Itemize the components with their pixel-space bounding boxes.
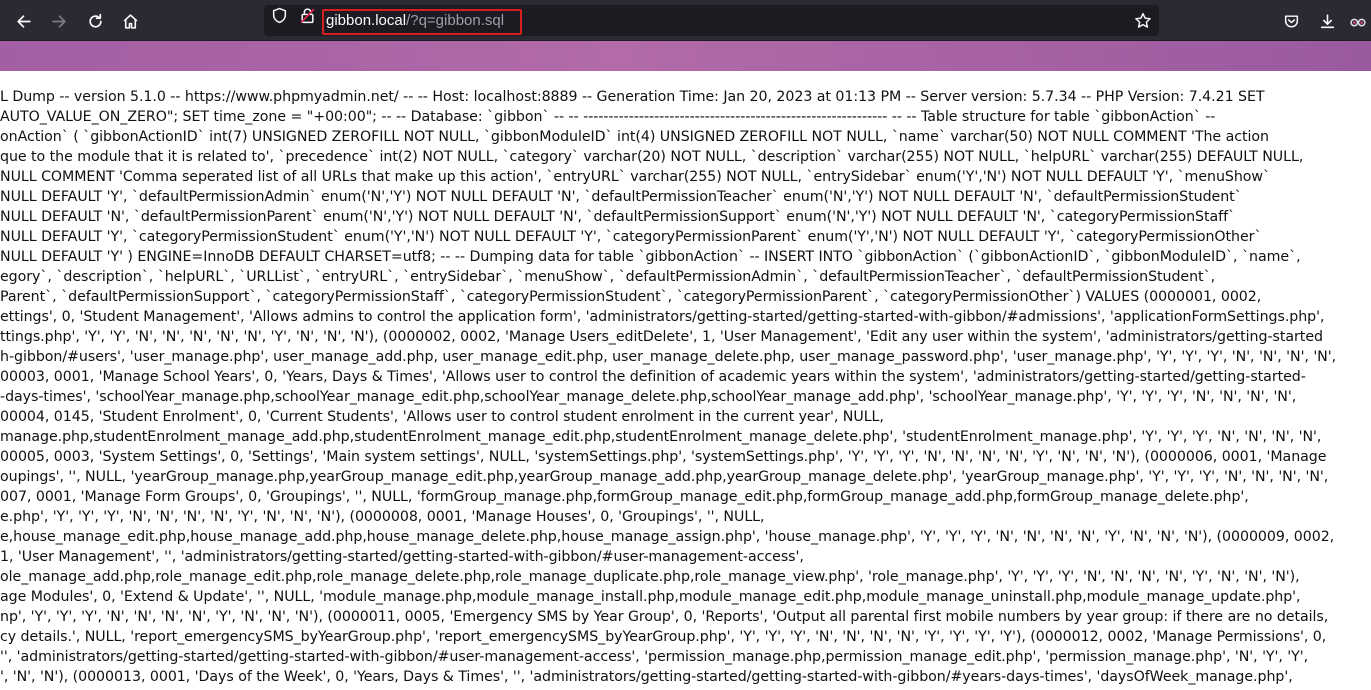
sql-dump-line: 00003, 0001, 'Manage School Years', 0, '… (0, 369, 1306, 385)
star-icon[interactable] (1134, 12, 1152, 30)
pocket-button[interactable] (1276, 6, 1306, 36)
sql-dump-line: e,house_manage_edit.php,house_manage_add… (0, 529, 1335, 545)
back-button[interactable] (8, 6, 38, 36)
sql-dump-line: '', 'administrators/getting-started/gett… (0, 649, 1309, 665)
pocket-icon (1284, 14, 1298, 28)
sql-dump-line: e.php', 'Y', 'Y', 'Y', 'N', 'N', 'N', 'N… (0, 509, 765, 525)
sql-dump-line: NULL DEFAULT 'Y', `defaultPermissionAdmi… (0, 189, 1242, 205)
sql-dump-line: cy details.', NULL, 'report_emergencySMS… (0, 629, 1327, 645)
sql-dump-line: Parent`, `defaultPermissionSupport`, `ca… (0, 289, 1262, 305)
downloads-button[interactable] (1312, 6, 1342, 36)
url-path: /?q=gibbon.sql (406, 12, 505, 29)
back-arrow-icon (16, 14, 31, 28)
sql-dump-line: que to the module that it is related to'… (0, 149, 1304, 165)
sql-dump-line: ttings.php', 'Y', 'Y', 'N', 'N', 'N', 'N… (0, 329, 1323, 345)
download-icon (1320, 13, 1334, 28)
sql-dump-line: 1, 'User Management', '', 'administrator… (0, 549, 804, 565)
sql-dump-line: NULL DEFAULT 'Y' ) ENGINE=InnoDB DEFAULT… (0, 249, 1301, 265)
sql-dump-line: ettings', 0, 'Student Management', 'Allo… (0, 309, 1325, 325)
sql-dump-line: h-gibbon/#users', 'user_manage.php', use… (0, 349, 1337, 365)
sql-dump-line: age Modules', 0, 'Extend & Update', '', … (0, 589, 1301, 605)
forward-arrow-icon (51, 14, 66, 28)
sql-dump-line: 00005, 0003, 'System Settings', 0, 'Sett… (0, 449, 1327, 465)
sql-dump-line: AUTO_VALUE_ON_ZERO"; SET time_zone = "+0… (0, 109, 1216, 125)
url-text[interactable]: gibbon.local/?q=gibbon.sql (326, 10, 504, 32)
reload-icon (88, 13, 102, 28)
forward-button[interactable] (44, 6, 74, 36)
sql-dump-line: 00004, 0145, 'Student Enrolment', 0, 'Cu… (0, 409, 884, 425)
sql-dump-line: manage.php,studentEnrolment_manage_add.p… (0, 429, 1322, 445)
sql-dump-line: 007, 0001, 'Manage Form Groups', 0, 'Gro… (0, 489, 1249, 505)
reload-button[interactable] (80, 6, 110, 36)
browser-toolbar: gibbon.local/?q=gibbon.sql (0, 0, 1371, 41)
extension-icon (1350, 18, 1366, 26)
extension-button[interactable] (1348, 6, 1371, 36)
sql-dump-line: -days-times', 'schoolYear_manage.php,sch… (0, 389, 1297, 405)
lock-icon[interactable] (299, 7, 316, 24)
sql-dump-line: oupings', '', NULL, 'yearGroup_manage.ph… (0, 469, 1329, 485)
sql-dump-line: L Dump -- version 5.1.0 -- https://www.p… (0, 89, 1265, 105)
sql-dump-line: NULL COMMENT 'Comma seperated list of al… (0, 169, 1271, 185)
sql-dump-line: ', 'N', 'N'), (0000013, 0001, 'Days of t… (0, 669, 1293, 685)
url-host: gibbon.local (326, 12, 407, 29)
sql-dump-line: ole_manage_add.php,role_manage_edit.php,… (0, 569, 1300, 585)
sql-dump-line: onAction` ( `gibbonActionID` int(7) UNSI… (0, 129, 1269, 145)
home-icon (123, 13, 137, 29)
home-button[interactable] (115, 6, 145, 36)
sql-dump-line: NULL DEFAULT 'N', `defaultPermissionPare… (0, 209, 1236, 225)
sql-dump-line: NULL DEFAULT 'Y', `categoryPermissionStu… (0, 229, 1262, 245)
shield-icon[interactable] (271, 7, 288, 24)
sql-dump-line: np', 'Y', 'Y', 'Y', 'N', 'N', 'N', 'N', … (0, 609, 1329, 625)
sql-dump-text: L Dump -- version 5.1.0 -- https://www.p… (0, 87, 1371, 690)
page-banner (0, 41, 1371, 71)
sql-dump-line: egory`, `description`, `helpURL`, `URLLi… (0, 269, 1216, 285)
